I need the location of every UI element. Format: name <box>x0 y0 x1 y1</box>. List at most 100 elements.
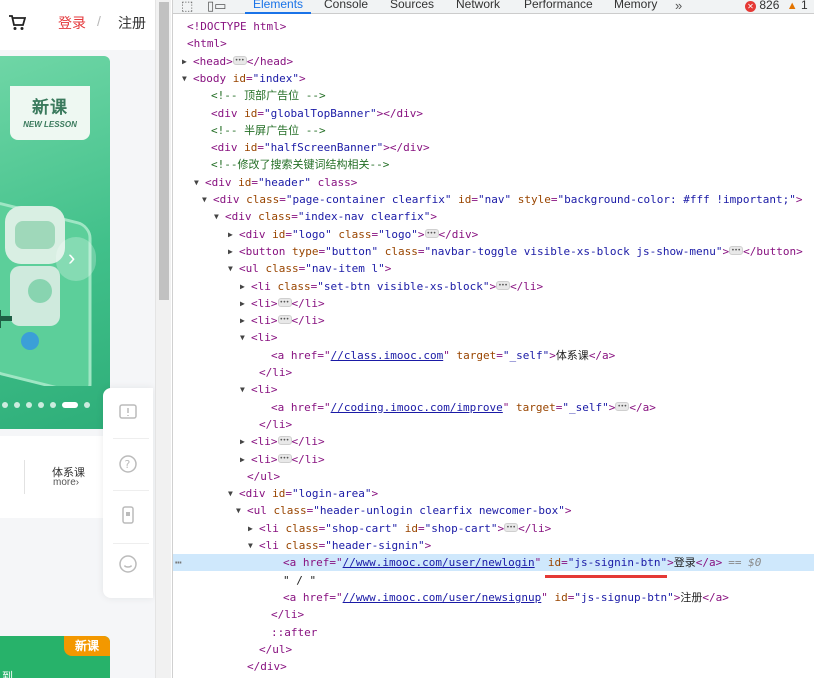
dom-node[interactable]: ▶ <li class="set-btn visible-xs-block"> </… <box>173 277 814 295</box>
dom-node-selected[interactable]: ⋯ <a href="//www.imooc.com/user/newlogin"… <box>173 554 814 572</box>
signup-link[interactable]: 注册 <box>118 13 146 33</box>
dom-node[interactable]: <!DOCTYPE html> <box>173 18 814 35</box>
dom-node[interactable]: </li> <box>173 606 814 623</box>
dom-node[interactable]: ▼ <ul class="header-unlogin clearfix newc… <box>173 502 814 519</box>
feedback-icon[interactable] <box>118 403 138 423</box>
dom-node[interactable]: ▼ <div id="login-area"> <box>173 485 814 502</box>
dom-node[interactable]: ▼ <div class="page-container clearfix" id… <box>173 191 814 208</box>
collapsed-children-icon[interactable] <box>496 277 511 294</box>
dom-node[interactable]: ▼ <li> <box>173 381 814 398</box>
collapse-triangle-icon[interactable]: ▼ <box>228 485 233 502</box>
collapse-triangle-icon[interactable]: ▼ <box>236 502 241 519</box>
collapsed-children-icon[interactable] <box>277 450 292 467</box>
inspect-element-icon[interactable]: ⬚ <box>181 0 193 14</box>
dom-node[interactable]: <!--修改了搜索关键词结构相关--> <box>173 156 814 173</box>
dom-node[interactable]: ▶ <li> </li> <box>173 432 814 450</box>
tab-network[interactable]: Network <box>456 0 500 14</box>
dom-node[interactable]: ▼ <div id="header" class> <box>173 174 814 191</box>
expand-triangle-icon[interactable]: ▶ <box>240 312 245 329</box>
tab-console[interactable]: Console <box>324 0 368 14</box>
page-scrollbar[interactable] <box>155 0 171 678</box>
collapsed-children-icon[interactable] <box>424 225 439 242</box>
dom-node[interactable]: ▼ <body id="index"> <box>173 70 814 87</box>
expand-triangle-icon[interactable]: ▶ <box>248 520 253 537</box>
collapse-triangle-icon[interactable]: ▼ <box>194 174 199 191</box>
dom-node[interactable]: <a href="//class.imooc.com" target="_sel… <box>173 347 814 364</box>
dom-node[interactable]: </ul> <box>173 641 814 658</box>
collapsed-children-icon[interactable] <box>277 294 292 311</box>
mobile-app-icon[interactable] <box>118 505 138 525</box>
console-issue-counts[interactable]: ✕ 826 ▲ 1 <box>745 0 808 12</box>
dom-node[interactable]: <html> <box>173 35 814 52</box>
help-icon[interactable]: ? <box>118 454 138 474</box>
dom-node[interactable]: ▶ <li> </li> <box>173 311 814 329</box>
more-tabs-icon[interactable]: » <box>675 0 682 13</box>
page-scrollbar-thumb[interactable] <box>159 2 169 300</box>
collapsed-children-icon[interactable] <box>615 398 630 415</box>
tab-memory[interactable]: Memory <box>614 0 657 14</box>
dom-node[interactable]: ▶ <li class="shop-cart" id="shop-cart"> </… <box>173 519 814 537</box>
href-link[interactable]: //www.imooc.com/user/newsignup <box>343 591 542 604</box>
expand-triangle-icon[interactable]: ▶ <box>182 53 187 70</box>
collapsed-children-icon[interactable] <box>232 52 247 69</box>
more-link[interactable]: more› <box>53 477 79 488</box>
dom-node[interactable]: ▼ <li class="header-signin"> <box>173 537 814 554</box>
collapse-triangle-icon[interactable]: ▼ <box>248 537 253 554</box>
tab-performance[interactable]: Performance <box>524 0 593 14</box>
dom-node[interactable]: ▶ <head> </head> <box>173 52 814 70</box>
dom-node[interactable]: ▶ <div id="logo" class="logo"> </div> <box>173 225 814 243</box>
dom-node[interactable]: ▶ <li> </li> <box>173 294 814 312</box>
collapsed-children-icon[interactable] <box>504 519 519 536</box>
dom-node[interactable]: <a href="//coding.imooc.com/improve" tar… <box>173 398 814 416</box>
node-actions-icon[interactable]: ⋯ <box>175 554 182 571</box>
collapse-triangle-icon[interactable]: ▼ <box>182 70 187 87</box>
carousel-dot[interactable] <box>38 402 44 408</box>
device-toolbar-icon[interactable]: ▯▭ <box>207 0 226 14</box>
dom-node[interactable]: </div> <box>173 658 814 675</box>
href-link[interactable]: //class.imooc.com <box>331 349 444 362</box>
dom-node[interactable]: ▼ <li> <box>173 329 814 346</box>
expand-triangle-icon[interactable]: ▶ <box>240 278 245 295</box>
expand-triangle-icon[interactable]: ▶ <box>240 295 245 312</box>
expand-triangle-icon[interactable]: ▶ <box>240 451 245 468</box>
collapse-triangle-icon[interactable]: ▼ <box>202 191 207 208</box>
dom-node[interactable]: ▼ <ul class="nav-item l"> <box>173 260 814 277</box>
hero-banner[interactable]: 新课 NEW LESSON › <box>0 56 110 429</box>
dom-node[interactable]: <!-- 半屏广告位 --> <box>173 122 814 139</box>
carousel-dot[interactable] <box>62 402 78 408</box>
customer-service-icon[interactable] <box>118 554 138 574</box>
shopping-cart-icon[interactable] <box>8 15 26 31</box>
dom-node[interactable]: <div id="globalTopBanner"></div> <box>173 105 814 122</box>
collapsed-children-icon[interactable] <box>277 311 292 328</box>
dom-node[interactable]: ▼ <div class="index-nav clearfix"> <box>173 208 814 225</box>
expand-triangle-icon[interactable]: ▶ <box>240 433 245 450</box>
new-course-card[interactable]: 新课 到 <box>0 636 110 678</box>
collapse-triangle-icon[interactable]: ▼ <box>228 260 233 277</box>
dom-node[interactable]: ▶ <button type="button" class="navbar-tog… <box>173 242 814 260</box>
href-link[interactable]: //coding.imooc.com/improve <box>331 401 503 414</box>
href-link[interactable]: //www.imooc.com/user/newlogin <box>343 556 535 569</box>
login-link[interactable]: 登录 <box>58 13 86 33</box>
dom-node[interactable]: " / " <box>173 572 814 589</box>
collapse-triangle-icon[interactable]: ▼ <box>240 381 245 398</box>
collapsed-children-icon[interactable] <box>729 242 744 259</box>
dom-node[interactable]: </li> <box>173 364 814 381</box>
dom-node[interactable]: </ul> <box>173 468 814 485</box>
tab-sources[interactable]: Sources <box>390 0 434 14</box>
carousel-dot[interactable] <box>26 402 32 408</box>
dom-node[interactable]: </li> <box>173 416 814 433</box>
carousel-dot[interactable] <box>14 402 20 408</box>
collapse-triangle-icon[interactable]: ▼ <box>240 329 245 346</box>
dom-node[interactable]: <!-- 顶部广告位 --> <box>173 87 814 104</box>
dom-node[interactable]: <div id="halfScreenBanner"></div> <box>173 139 814 156</box>
course-category-card[interactable]: 体系课 more› <box>0 436 110 518</box>
collapse-triangle-icon[interactable]: ▼ <box>214 208 219 225</box>
carousel-dot[interactable] <box>84 402 90 408</box>
dom-node[interactable]: ▶ <li> </li> <box>173 450 814 468</box>
tab-elements[interactable]: Elements <box>244 0 312 14</box>
dom-node[interactable]: <a href="//www.imooc.com/user/newsignup"… <box>173 589 814 606</box>
carousel-next-button[interactable]: › <box>56 237 96 281</box>
collapsed-children-icon[interactable] <box>277 432 292 449</box>
expand-triangle-icon[interactable]: ▶ <box>228 243 233 260</box>
carousel-dot[interactable] <box>2 402 8 408</box>
